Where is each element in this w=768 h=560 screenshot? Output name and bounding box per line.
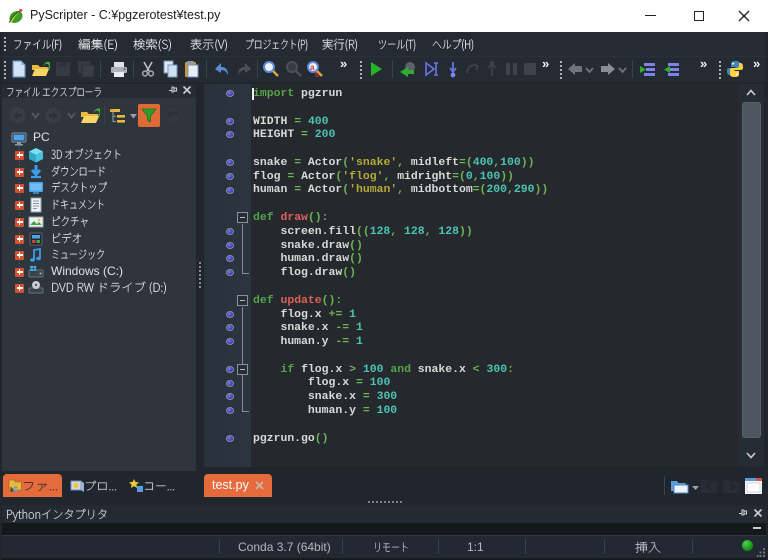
svg-text:a: a	[310, 63, 315, 72]
svg-text:b: b	[315, 72, 319, 79]
